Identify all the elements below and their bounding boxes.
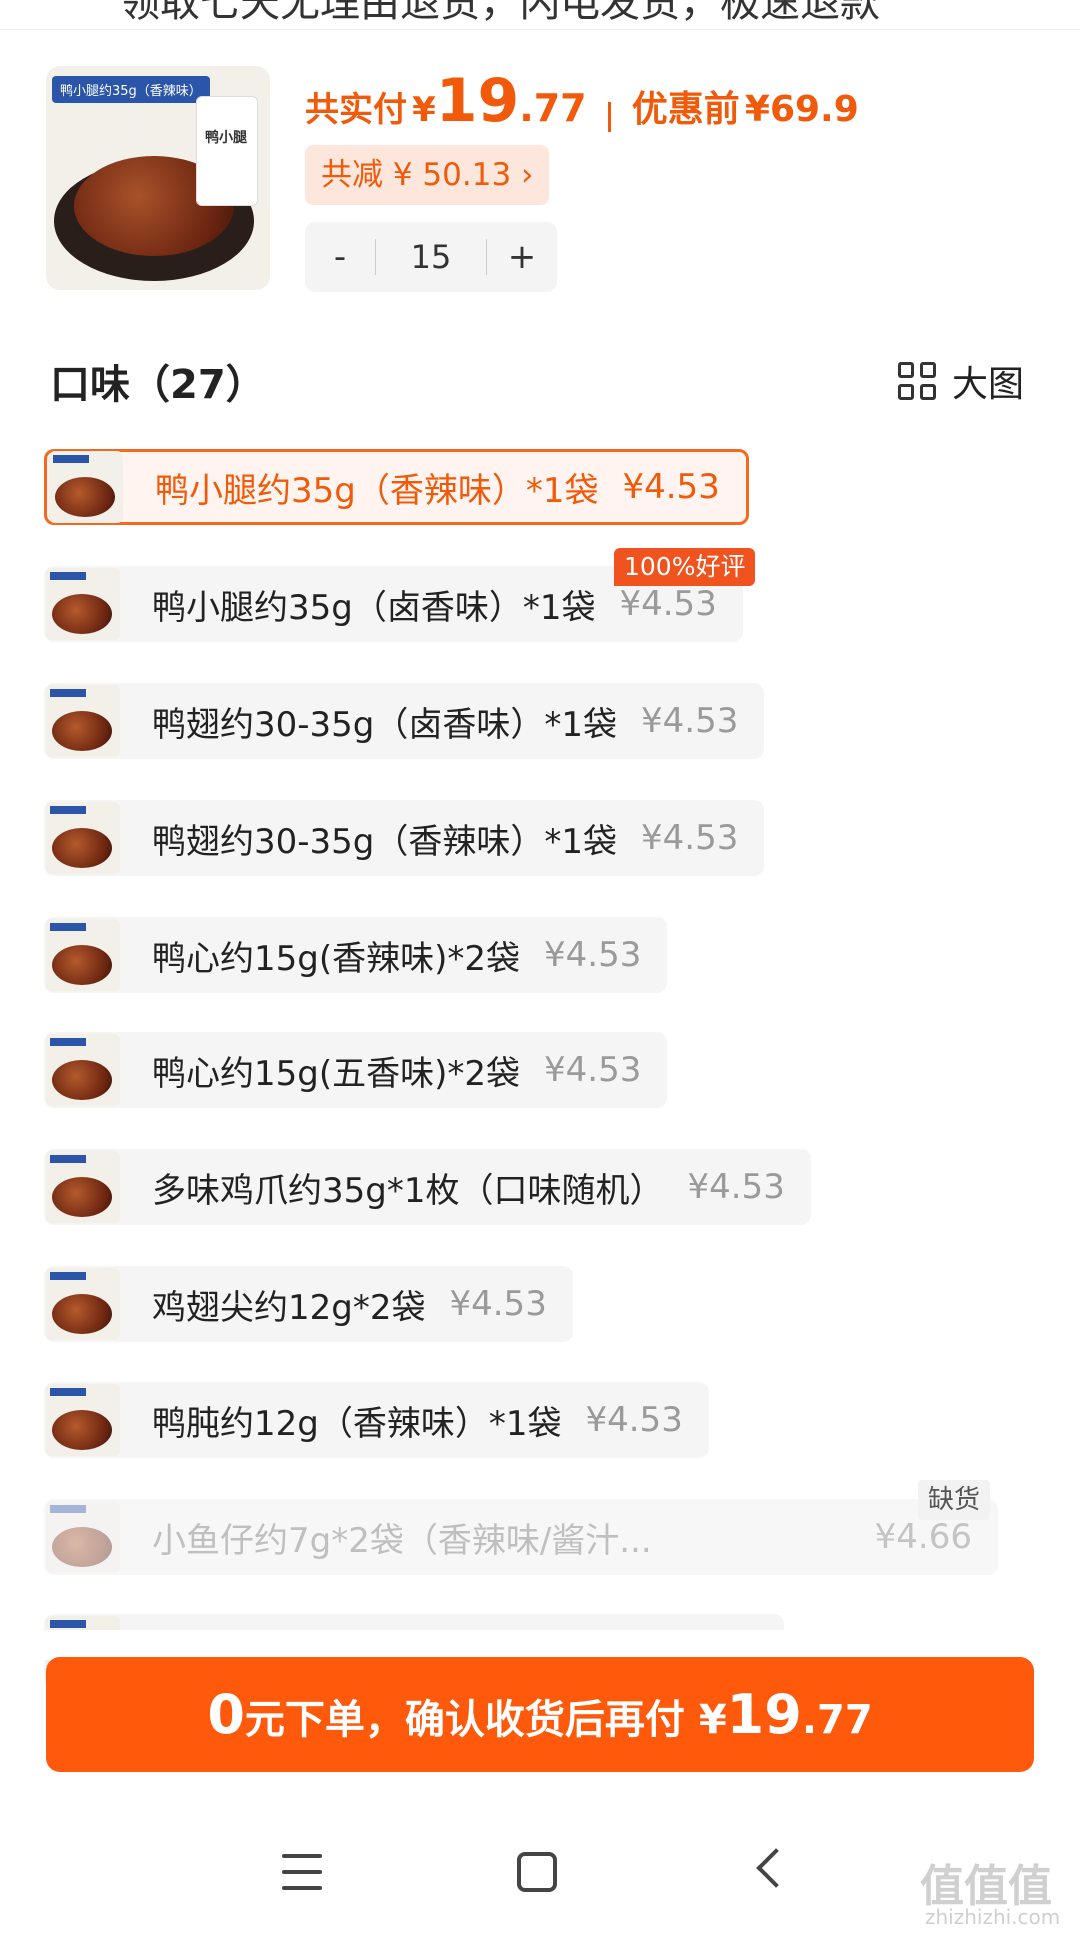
top-notice-strip: 领取七天无理由退货，闪电发货，极速退款: [0, 0, 1080, 30]
flavor-option[interactable]: 多味鸡爪约35g*1枚（口味随机） ¥4.53: [44, 1149, 811, 1225]
place-order-button[interactable]: 0元下单，确认收货后再付 ¥19.77: [46, 1657, 1034, 1772]
big-view-toggle[interactable]: 大图: [898, 355, 1024, 407]
option-thumbnail: [46, 1501, 120, 1573]
option-thumbnail: [46, 919, 120, 991]
cta-amount-dec: .77: [801, 1697, 873, 1743]
product-thumbnail[interactable]: 鸭小腿约35g（香辣味） 鸭小腿: [46, 66, 270, 290]
top-notice-text: 领取七天无理由退货，闪电发货，极速退款: [120, 0, 880, 26]
option-price: ¥4.66: [874, 1517, 972, 1557]
option-thumbnail: [46, 1268, 120, 1340]
cta-amount-int: 19: [726, 1683, 802, 1746]
increment-button[interactable]: +: [487, 237, 557, 277]
option-name: 多味鸡爪约35g*1枚（口味随机）: [152, 1170, 664, 1211]
option-thumbnail: [46, 1034, 120, 1106]
flavor-title: 口味（27）: [50, 362, 266, 408]
pay-currency: ¥: [412, 90, 436, 130]
product-thumbnail-tag: 鸭小腿约35g（香辣味）: [52, 76, 210, 103]
flavor-option-out-of-stock: 小鱼仔约7g*2袋（香辣味/酱汁... ¥4.66: [44, 1499, 998, 1575]
option-price: ¥4.53: [619, 584, 717, 624]
menu-icon[interactable]: [282, 1854, 322, 1890]
system-navbar: [0, 1820, 1080, 1935]
flavor-option-selected[interactable]: 鸭小腿约35g（香辣味）*1袋 ¥4.53: [44, 449, 749, 525]
package-label: 鸭小腿: [205, 130, 247, 146]
option-name: 鸡翅尖约12g*2袋: [152, 1287, 426, 1328]
option-name: 鸭心约15g(五香味)*2袋: [152, 1053, 521, 1094]
flavor-option[interactable]: 鸭心约15g(香辣味)*2袋 ¥4.53: [44, 917, 668, 993]
price-line: 共实付 ¥19.77 优惠前 ¥69.9: [305, 66, 859, 136]
option-name: 鸭小腿约35g（香辣味）*1袋: [155, 470, 599, 511]
orig-label: 优惠前: [631, 89, 740, 130]
option-thumbnail: [46, 1151, 120, 1223]
home-icon[interactable]: [517, 1852, 557, 1892]
option-thumbnail: [46, 568, 120, 640]
option-price: ¥4.53: [687, 1167, 785, 1207]
option-name: 鸭心约15g(香辣味)*2袋: [152, 938, 521, 979]
option-price: ¥4.53: [622, 467, 720, 507]
option-price: ¥4.53: [544, 935, 642, 975]
cta-zero: 0: [207, 1683, 245, 1746]
out-of-stock-badge: 缺货: [918, 1480, 991, 1520]
option-price: ¥4.53: [585, 1400, 683, 1440]
decrement-button[interactable]: -: [305, 237, 375, 277]
option-name: 鸭翅约30-35g（卤香味）*1袋: [152, 704, 618, 745]
discount-chip[interactable]: 共减 ¥ 50.13 ›: [305, 145, 550, 205]
orig-price: ¥69.9: [744, 89, 859, 130]
good-review-badge: 100%好评: [614, 548, 756, 586]
option-price: ¥4.53: [641, 701, 739, 741]
option-thumbnail: [46, 685, 120, 757]
option-price: ¥4.53: [449, 1284, 547, 1324]
big-view-label: 大图: [952, 364, 1025, 405]
flavor-option[interactable]: 鸭翅约30-35g（卤香味）*1袋 ¥4.53: [44, 683, 765, 759]
pay-amount-int: 19: [435, 66, 520, 136]
grid-icon: [898, 362, 936, 400]
quantity-stepper: - 15 +: [305, 222, 557, 292]
quantity-value[interactable]: 15: [376, 238, 486, 276]
page: 领取七天无理由退货，闪电发货，极速退款 鸭小腿约35g（香辣味） 鸭小腿 共实付…: [0, 0, 1080, 1935]
option-name: 鸭翅约30-35g（香辣味）*1袋: [152, 821, 618, 862]
back-icon[interactable]: [756, 1848, 796, 1888]
option-name: 小鱼仔约7g*2袋（香辣味/酱汁...: [152, 1520, 652, 1561]
price-separator: [607, 101, 611, 132]
option-price: ¥4.53: [641, 818, 739, 858]
flavor-option[interactable]: 鸭心约15g(五香味)*2袋 ¥4.53: [44, 1032, 668, 1108]
cta-text: 元下单，确认收货后再付 ¥: [244, 1697, 727, 1743]
option-price: ¥4.53: [544, 1050, 642, 1090]
pay-label: 共实付: [305, 90, 407, 130]
option-thumbnail: [49, 451, 123, 523]
option-thumbnail: [46, 802, 120, 874]
pay-amount-dec: .77: [519, 86, 587, 130]
package-image: 鸭小腿: [196, 96, 258, 206]
list-fade: [0, 1630, 1080, 1660]
option-name: 鸭小腿约35g（卤香味）*1袋: [152, 587, 596, 628]
watermark-url: zhizhizhi.com: [925, 1905, 1061, 1929]
option-name: 鸭肫约12g（香辣味）*1袋: [152, 1403, 562, 1444]
flavor-option[interactable]: 鸭肫约12g（香辣味）*1袋 ¥4.53: [44, 1382, 709, 1458]
flavor-option[interactable]: 鸭翅约30-35g（香辣味）*1袋 ¥4.53: [44, 800, 765, 876]
option-thumbnail: [46, 1384, 120, 1456]
flavor-option[interactable]: 鸡翅尖约12g*2袋 ¥4.53: [44, 1266, 573, 1342]
